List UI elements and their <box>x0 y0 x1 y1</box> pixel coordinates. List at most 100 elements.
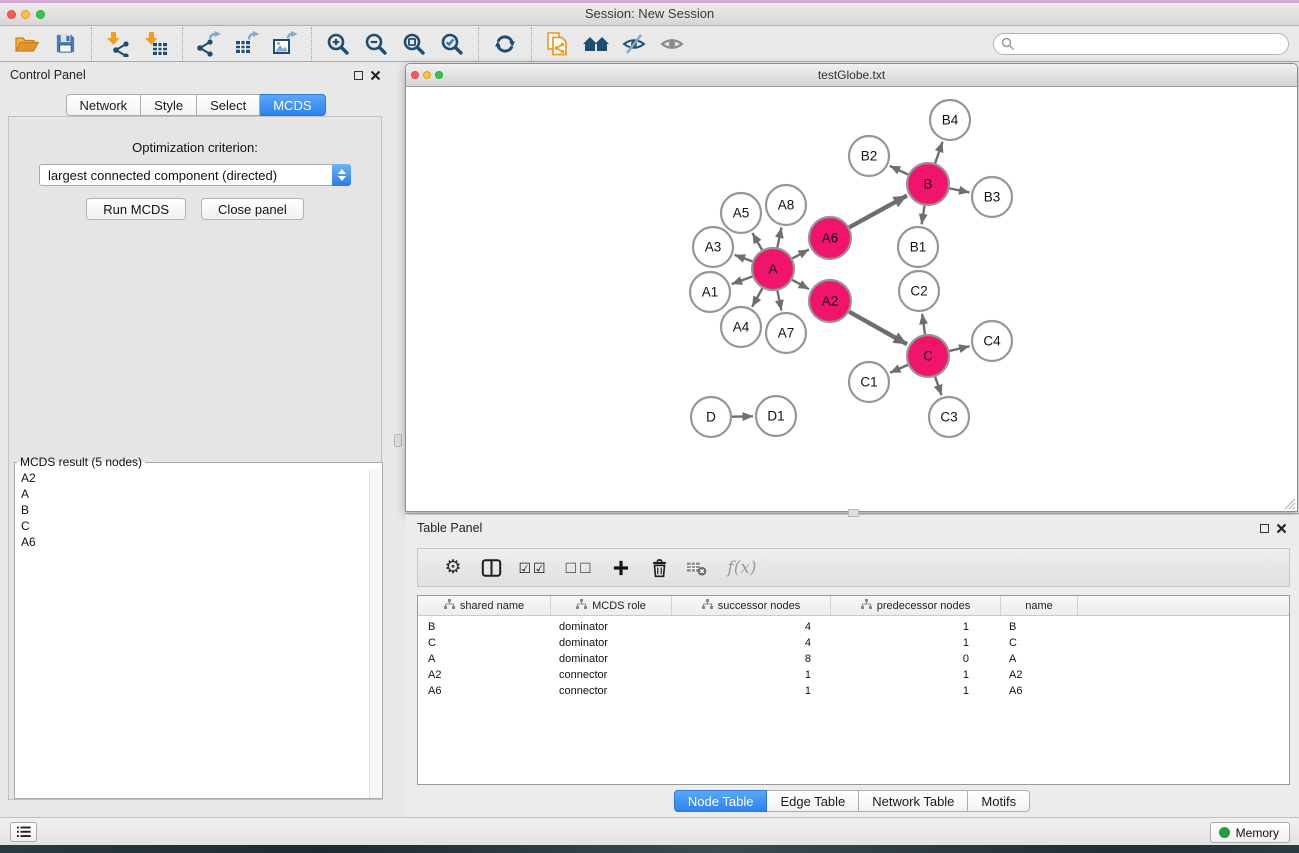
close-panel-button[interactable]: Close panel <box>201 198 304 220</box>
save-session-button[interactable] <box>46 28 84 60</box>
column-header-shared-name[interactable]: shared name <box>418 596 551 615</box>
table-settings-button[interactable]: ⚙ <box>434 552 472 584</box>
resize-grip-icon[interactable] <box>1282 496 1296 510</box>
first-neighbors-button[interactable] <box>577 28 615 60</box>
new-network-from-selection-button[interactable] <box>539 28 577 60</box>
export-network-button[interactable] <box>190 28 228 60</box>
edge-A-A8[interactable] <box>777 228 781 248</box>
edge-A-A6[interactable] <box>792 249 809 258</box>
select-all-columns-button[interactable]: ☑☑ <box>510 552 556 584</box>
edge-B-B2[interactable] <box>890 166 908 175</box>
table-close-panel-icon[interactable] <box>1276 523 1287 534</box>
result-scrollbar[interactable] <box>369 469 382 798</box>
optimization-criterion-select[interactable]: largest connected component (directed) <box>39 164 351 186</box>
cell-predecessor-nodes[interactable]: 0 <box>831 653 1001 665</box>
tab-network[interactable]: Network <box>65 94 141 116</box>
delete-table-button[interactable] <box>678 552 716 584</box>
column-header-predecessor-nodes[interactable]: predecessor nodes <box>831 596 1001 615</box>
search-input[interactable] <box>1019 35 1288 53</box>
zoom-traffic-light[interactable] <box>36 10 45 19</box>
graph-node-C4[interactable]: C4 <box>972 321 1012 361</box>
network-canvas[interactable]: B4B2BB3A8A5A6A3B1AA1C2A2A4A7C4CC1C3DD1 <box>406 87 1297 511</box>
table-tab-network-table[interactable]: Network Table <box>859 790 968 812</box>
cell-name[interactable]: A2 <box>1001 669 1078 681</box>
cell-name[interactable]: A <box>1001 653 1078 665</box>
graph-node-A6[interactable]: A6 <box>809 217 851 259</box>
cell-MCDS-role[interactable]: dominator <box>551 653 672 665</box>
network-window-titlebar[interactable]: testGlobe.txt <box>406 64 1297 87</box>
cell-MCDS-role[interactable]: connector <box>551 685 672 697</box>
memory-button[interactable]: Memory <box>1210 822 1290 843</box>
column-header-name[interactable]: name <box>1001 596 1078 615</box>
cell-MCDS-role[interactable]: dominator <box>551 621 672 633</box>
graph-node-C2[interactable]: C2 <box>899 271 939 311</box>
add-column-button[interactable] <box>602 552 640 584</box>
close-traffic-light[interactable] <box>7 10 16 19</box>
cell-name[interactable]: A6 <box>1001 685 1078 697</box>
edge-A-A1[interactable] <box>732 277 753 285</box>
deselect-all-columns-button[interactable]: ☐☐ <box>556 552 602 584</box>
edge-C-C3[interactable] <box>935 377 941 395</box>
graph-node-B4[interactable]: B4 <box>930 100 970 140</box>
result-item-a[interactable]: A <box>15 486 382 502</box>
edge-A-A3[interactable] <box>735 255 753 262</box>
table-tab-edge-table[interactable]: Edge Table <box>767 790 859 812</box>
column-header-MCDS-role[interactable]: MCDS role <box>551 596 672 615</box>
graph-node-A2[interactable]: A2 <box>809 280 851 322</box>
zoom-out-button[interactable] <box>357 28 395 60</box>
graph-node-A3[interactable]: A3 <box>693 227 733 267</box>
panel-splitter[interactable] <box>391 62 405 817</box>
cell-MCDS-role[interactable]: connector <box>551 669 672 681</box>
edge-C-C1[interactable] <box>890 365 908 373</box>
edge-A-A2[interactable] <box>792 280 809 289</box>
graph-node-A4[interactable]: A4 <box>721 307 761 347</box>
table-float-panel-icon[interactable] <box>1260 524 1269 533</box>
cell-shared-name[interactable]: A2 <box>418 669 551 681</box>
cell-predecessor-nodes[interactable]: 1 <box>831 621 1001 633</box>
graph-node-A8[interactable]: A8 <box>766 185 806 225</box>
export-image-button[interactable] <box>266 28 304 60</box>
table-row-a6[interactable]: A6connector11A6 <box>418 683 1289 699</box>
graph-node-C[interactable]: C <box>907 335 949 377</box>
edge-A2-C[interactable] <box>849 312 907 344</box>
cell-successor-nodes[interactable]: 4 <box>672 637 831 649</box>
edge-A-A5[interactable] <box>752 233 762 250</box>
cell-successor-nodes[interactable]: 8 <box>672 653 831 665</box>
task-history-button[interactable] <box>10 822 37 842</box>
cell-shared-name[interactable]: C <box>418 637 551 649</box>
graph-node-A5[interactable]: A5 <box>721 193 761 233</box>
cell-MCDS-role[interactable]: dominator <box>551 637 672 649</box>
result-item-a2[interactable]: A2 <box>15 470 382 486</box>
open-session-button[interactable] <box>8 28 46 60</box>
cell-successor-nodes[interactable]: 1 <box>672 669 831 681</box>
result-item-c[interactable]: C <box>15 518 382 534</box>
table-row-a2[interactable]: A2connector11A2 <box>418 667 1289 683</box>
export-table-button[interactable] <box>228 28 266 60</box>
network-minimize-traffic-light[interactable] <box>423 71 431 79</box>
graph-node-A1[interactable]: A1 <box>690 272 730 312</box>
graph-node-D1[interactable]: D1 <box>756 396 796 436</box>
zoom-selected-button[interactable] <box>433 28 471 60</box>
edge-C-C2[interactable] <box>922 314 925 334</box>
split-columns-button[interactable] <box>472 552 510 584</box>
show-all-button[interactable] <box>653 28 691 60</box>
edge-B-B4[interactable] <box>935 142 942 163</box>
tab-mcds[interactable]: MCDS <box>260 94 325 116</box>
column-header-successor-nodes[interactable]: successor nodes <box>672 596 831 615</box>
graph-node-B[interactable]: B <box>907 163 949 205</box>
search-box[interactable] <box>993 33 1289 55</box>
function-builder-button[interactable]: f(x) <box>716 552 768 584</box>
table-row-a[interactable]: Adominator80A <box>418 651 1289 667</box>
network-zoom-traffic-light[interactable] <box>435 71 443 79</box>
edge-A6-B[interactable] <box>849 196 907 228</box>
minimize-traffic-light[interactable] <box>21 10 30 19</box>
graph-node-B2[interactable]: B2 <box>849 136 889 176</box>
cell-successor-nodes[interactable]: 4 <box>672 621 831 633</box>
cell-predecessor-nodes[interactable]: 1 <box>831 637 1001 649</box>
cell-successor-nodes[interactable]: 1 <box>672 685 831 697</box>
graph-node-B1[interactable]: B1 <box>898 227 938 267</box>
edge-B-B3[interactable] <box>950 188 970 192</box>
edge-C-C4[interactable] <box>949 346 969 351</box>
result-item-a6[interactable]: A6 <box>15 534 382 550</box>
tab-style[interactable]: Style <box>141 94 197 116</box>
